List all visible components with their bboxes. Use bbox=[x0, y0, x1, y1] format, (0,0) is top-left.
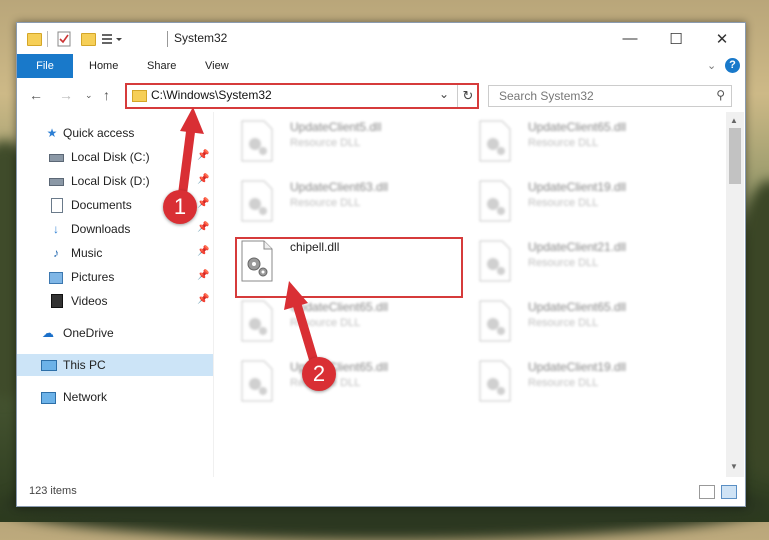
step-2-badge: 2 bbox=[302, 357, 336, 391]
arrow-1-shaft bbox=[177, 127, 196, 199]
arrow-2-head bbox=[284, 281, 308, 310]
arrow-1-head bbox=[180, 107, 204, 134]
step-1-badge: 1 bbox=[163, 190, 197, 224]
annotation-arrows bbox=[177, 107, 321, 370]
